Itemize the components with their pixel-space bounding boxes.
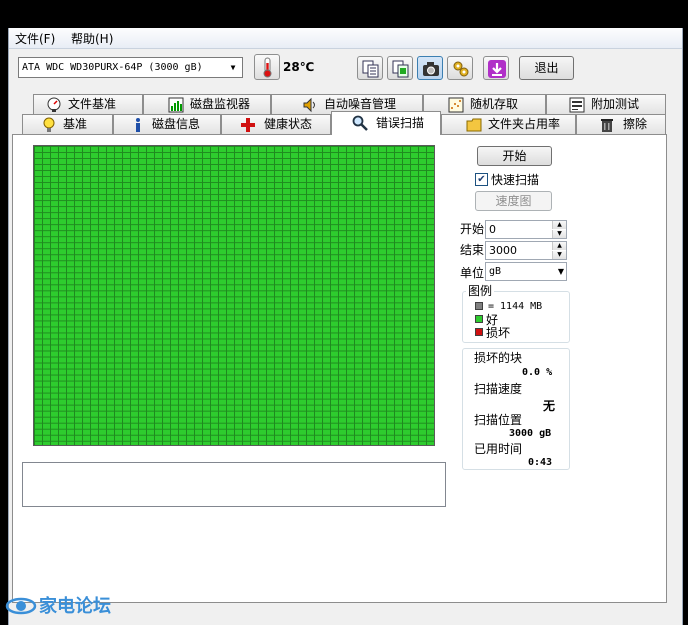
speed-map-button[interactable]: 速度图	[475, 191, 552, 211]
tab-error-scan[interactable]: 错误扫描	[331, 111, 441, 135]
temperature-value: 28℃	[283, 60, 315, 74]
copy-icon	[362, 60, 379, 78]
quick-scan-label: 快速扫描	[491, 173, 540, 187]
damaged-blocks-value: 0.0 %	[522, 367, 553, 378]
camera-icon	[423, 62, 439, 76]
tab-disk-info[interactable]: 磁盘信息	[113, 114, 221, 134]
scan-position-value: 3000 gB	[509, 428, 552, 439]
menu-bar: 文件(F) 帮助(H)	[9, 28, 682, 49]
unit-select[interactable]: gB ▼	[485, 262, 567, 281]
tab-erase[interactable]: 擦除	[576, 114, 666, 134]
menu-file[interactable]: 文件(F)	[15, 32, 55, 46]
tab-label: 附加测试	[591, 97, 640, 111]
chevron-down-icon: ▼	[230, 63, 236, 72]
legend-block-size: = 1144 MB	[488, 301, 543, 312]
quick-scan-checkbox[interactable]: ✔	[475, 173, 488, 186]
random-access-icon	[448, 97, 464, 113]
legend-good-label: 好	[486, 313, 499, 327]
options-icon	[453, 61, 469, 77]
tab-extra-tests[interactable]: 附加测试	[546, 94, 666, 114]
info-icon	[136, 118, 140, 132]
copy-info-icon	[392, 60, 409, 78]
start-scan-button[interactable]: 开始	[477, 146, 552, 166]
screenshot-button[interactable]	[417, 56, 443, 80]
elapsed-time-value: 0:43	[528, 457, 553, 468]
tab-label: 基准	[63, 117, 88, 131]
options-button[interactable]	[447, 56, 473, 80]
copy-info-button[interactable]	[387, 56, 413, 80]
copy-button[interactable]	[357, 56, 383, 80]
tab-folder-usage[interactable]: 文件夹占用率	[441, 114, 576, 134]
benchmark-bulb-icon	[43, 117, 55, 132]
monitor-icon	[168, 97, 184, 113]
legend-block-swatch	[475, 302, 483, 310]
tab-health[interactable]: 健康状态	[221, 114, 331, 134]
end-value: 3000	[489, 244, 517, 257]
end-spinner[interactable]: 3000 ▲ ▼	[485, 241, 567, 260]
benchmark-icon	[47, 97, 61, 112]
speaker-icon	[303, 97, 315, 113]
spin-up-icon[interactable]: ▲	[552, 242, 566, 250]
legend-title: 图例	[466, 284, 495, 298]
legend-good-swatch	[475, 315, 483, 323]
start-value: 0	[489, 223, 496, 236]
spin-down-icon[interactable]: ▼	[552, 230, 566, 238]
chevron-down-icon: ▼	[557, 267, 564, 276]
extra-tests-icon	[569, 97, 585, 113]
scan-block-grid	[33, 145, 435, 446]
tab-benchmark[interactable]: 基准	[22, 114, 113, 134]
tab-label: 健康状态	[264, 117, 313, 131]
scan-speed-label: 扫描速度	[474, 382, 523, 396]
scan-speed-value: 无	[543, 399, 556, 413]
spin-down-icon[interactable]: ▼	[552, 251, 566, 259]
menu-help[interactable]: 帮助(H)	[71, 32, 113, 46]
legend-damaged-label: 损坏	[486, 326, 511, 340]
folder-icon	[466, 118, 482, 132]
damaged-blocks-label: 损坏的块	[474, 351, 523, 365]
tab-label: 擦除	[623, 117, 648, 131]
exit-button[interactable]: 退出	[519, 56, 574, 80]
magnifier-icon	[352, 115, 368, 131]
watermark-text: 家电论坛	[39, 595, 111, 617]
watermark-logo: 家电论坛	[5, 590, 130, 625]
tab-disk-monitor[interactable]: 磁盘监视器	[143, 94, 271, 114]
end-label: 结束	[460, 243, 485, 257]
download-button[interactable]	[483, 56, 509, 80]
download-icon	[488, 60, 506, 78]
tab-label: 文件夹占用率	[488, 117, 561, 131]
scan-position-label: 扫描位置	[474, 413, 523, 427]
thermometer-icon	[263, 57, 272, 78]
start-spinner[interactable]: 0 ▲ ▼	[485, 220, 567, 239]
tab-label: 文件基准	[68, 97, 117, 111]
drive-select-value: ATA WDC WD30PURX-64P (3000 gB)	[22, 62, 203, 73]
unit-label: 单位	[460, 266, 485, 280]
legend-damaged-swatch	[475, 328, 483, 336]
drive-select[interactable]: ATA WDC WD30PURX-64P (3000 gB) ▼	[18, 57, 243, 78]
tab-file-benchmark[interactable]: 文件基准	[33, 94, 143, 114]
trash-icon	[601, 119, 613, 132]
tab-label: 磁盘监视器	[190, 97, 251, 111]
unit-value: gB	[489, 266, 502, 277]
elapsed-time-label: 已用时间	[474, 442, 523, 456]
forum-logo-icon: 家电论坛	[5, 595, 111, 617]
scan-log-box	[22, 462, 446, 507]
start-label: 开始	[460, 222, 485, 236]
spin-up-icon[interactable]: ▲	[552, 221, 566, 229]
tab-random-access[interactable]: 随机存取	[423, 94, 546, 114]
health-cross-icon	[241, 118, 255, 132]
tab-label: 错误扫描	[376, 116, 425, 130]
tab-label: 随机存取	[470, 97, 519, 111]
tab-label: 磁盘信息	[152, 117, 201, 131]
temperature-button[interactable]	[254, 54, 280, 80]
